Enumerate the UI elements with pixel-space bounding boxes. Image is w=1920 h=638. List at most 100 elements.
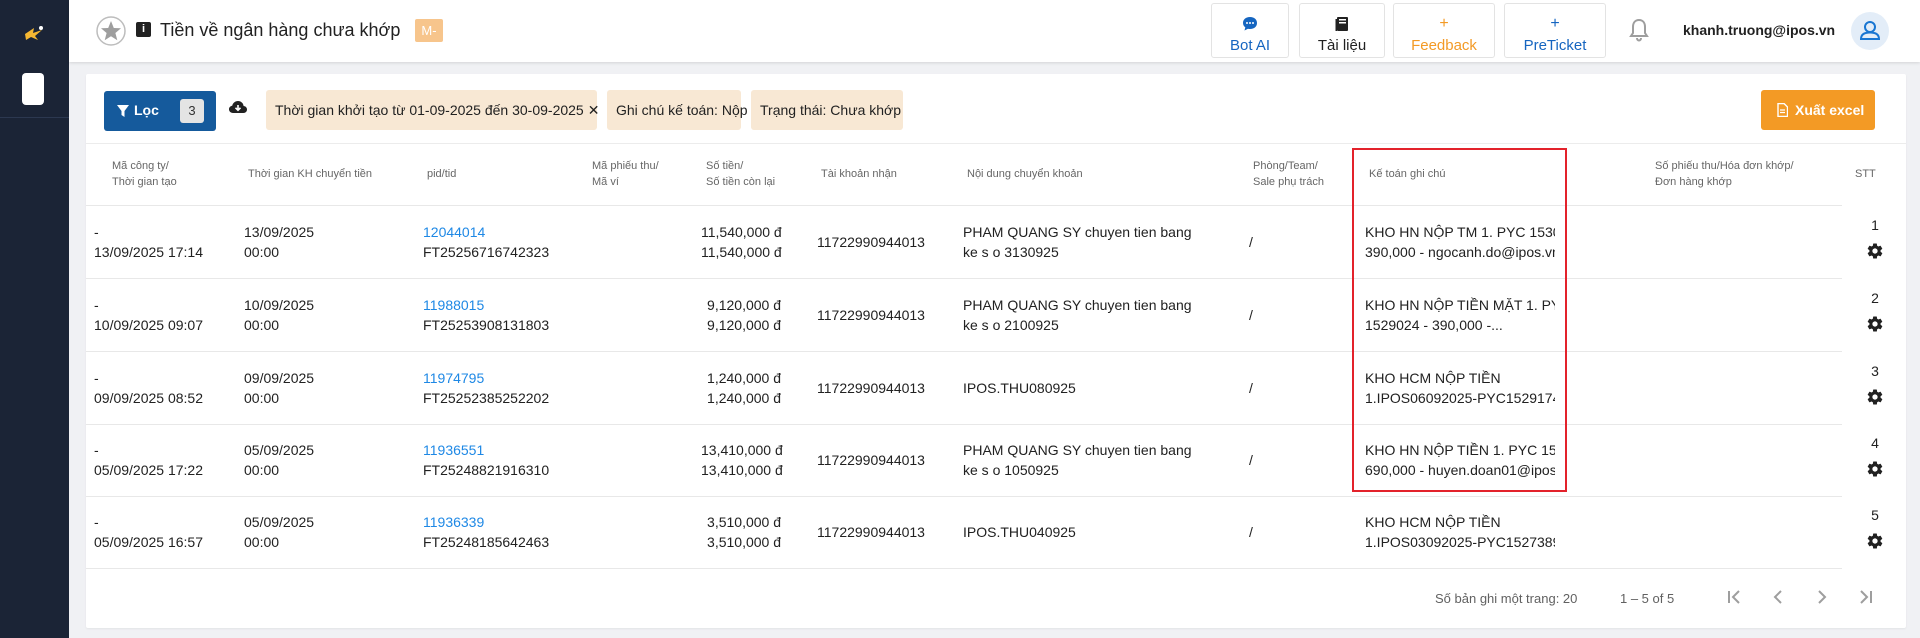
cell-pid-tid: 11936551 FT25248821916310 <box>423 440 550 478</box>
column-header-transfer-time[interactable]: Thời gian KH chuyển tiền <box>248 166 372 182</box>
last-page-icon[interactable] <box>1855 586 1877 608</box>
cell-pid-tid: 11988015 FT25253908131803 <box>423 295 550 333</box>
top-header: i Tiền về ngân hàng chưa khớp M- Bot AI … <box>69 0 1920 62</box>
column-header-receive-account[interactable]: Tài khoản nhận <box>821 166 897 182</box>
book-icon <box>1300 16 1384 32</box>
page-size-label[interactable]: Số bản ghi một trang: 20 <box>1435 591 1577 606</box>
documents-button[interactable]: Tài liệu <box>1299 3 1385 58</box>
column-header-stt[interactable]: STT <box>1855 166 1876 182</box>
pid-link[interactable]: 12044014 <box>423 222 549 242</box>
sidebar-divider <box>0 117 69 118</box>
settings-gear-icon[interactable] <box>1866 532 1884 550</box>
user-email[interactable]: khanh.truong@ipos.vn <box>1683 22 1835 38</box>
settings-gear-icon[interactable] <box>1866 242 1884 260</box>
cell-receive-account: 11722990944013 <box>817 380 925 396</box>
cell-pid-tid: 11936339 FT25248185642463 <box>423 512 550 550</box>
column-header-company[interactable]: Mã công ty/Thời gian tạo <box>112 158 177 190</box>
cell-team: / <box>1249 452 1253 468</box>
filter-chip-note[interactable]: Ghi chú kế toán: Nộp✕ <box>607 90 763 130</box>
chip-label: Trạng thái: Chưa khớp <box>760 102 901 118</box>
cell-receive-account: 11722990944013 <box>817 452 925 468</box>
bot-ai-button[interactable]: Bot AI <box>1211 3 1289 58</box>
feedback-button[interactable]: + Feedback <box>1393 3 1495 58</box>
cell-accountant-note: KHO HN NỘP TM 1. PYC 1530746 -390,000 - … <box>1365 224 1555 260</box>
cell-amount: 3,510,000 đ 3,510,000 đ <box>707 514 781 550</box>
column-header-accountant-note[interactable]: Kế toán ghi chú <box>1369 166 1445 182</box>
export-label: Xuất excel <box>1795 102 1865 118</box>
pid-link[interactable]: 11988015 <box>423 295 549 315</box>
cell-team: / <box>1249 234 1253 250</box>
info-icon[interactable]: i <box>136 22 151 37</box>
cell-company: -10/09/2025 09:07 <box>94 297 203 333</box>
first-page-icon[interactable] <box>1723 586 1745 608</box>
main-card: Lọc 3 Thời gian khởi tạo từ 01-09-2025 đ… <box>86 74 1906 628</box>
filter-chip-status[interactable]: Trạng thái: Chưa khớp <box>751 90 903 130</box>
close-icon[interactable]: ✕ <box>588 102 600 118</box>
cell-receive-account: 11722990944013 <box>817 307 925 323</box>
notification-bell-icon[interactable] <box>1627 17 1651 43</box>
plus-icon: + <box>1439 15 1449 32</box>
chat-icon <box>1212 16 1288 32</box>
row-divider <box>86 205 1842 206</box>
previous-page-icon[interactable] <box>1767 586 1789 608</box>
pid-link[interactable]: 11936551 <box>423 440 549 460</box>
cell-amount: 13,410,000 đ 13,410,000 đ <box>701 442 783 478</box>
column-header-transfer-content[interactable]: Nội dung chuyển khoản <box>967 166 1083 182</box>
cell-pid-tid: 11974795 FT25252385252202 <box>423 368 550 406</box>
filter-icon <box>117 105 129 117</box>
cell-transfer-content: PHAM QUANG SY chuyen tien bang ke s o 105… <box>963 442 1192 478</box>
table-top-divider <box>86 143 1906 144</box>
filter-button[interactable]: Lọc 3 <box>104 91 216 131</box>
row-number: 5 <box>1871 507 1879 523</box>
favorite-star-icon[interactable] <box>96 16 126 46</box>
sidebar-menu-button[interactable] <box>22 73 44 105</box>
feedback-label: Feedback <box>1411 37 1477 54</box>
avatar[interactable] <box>1851 12 1889 50</box>
column-header-matched-docs[interactable]: Số phiếu thu/Hóa đơn khớp/Đơn hàng khớp <box>1655 158 1794 190</box>
row-number: 1 <box>1871 217 1879 233</box>
settings-gear-icon[interactable] <box>1866 315 1884 333</box>
cell-transfer-time: 13/09/2025 00:00 <box>244 224 315 260</box>
pid-link[interactable]: 11936339 <box>423 512 549 532</box>
pid-link[interactable]: 11974795 <box>423 368 549 388</box>
preticket-button[interactable]: + PreTicket <box>1504 3 1606 58</box>
cell-transfer-content: PHAM QUANG SY chuyen tien bang ke s o 210… <box>963 297 1192 333</box>
cell-transfer-content: PHAM QUANG SY chuyen tien bang ke s o 313… <box>963 224 1192 260</box>
preticket-label: PreTicket <box>1523 37 1587 54</box>
cell-company: -13/09/2025 17:14 <box>94 224 203 260</box>
cell-accountant-note: KHO HN NỘP TIỀN 1. PYC 1527221 -690,000 … <box>1365 442 1555 478</box>
next-page-icon[interactable] <box>1811 586 1833 608</box>
cell-company: -09/09/2025 08:52 <box>94 370 203 406</box>
cell-transfer-content: IPOS.THU040925 <box>963 524 1076 540</box>
filter-chip-date[interactable]: Thời gian khởi tạo từ 01-09-2025 đến 30-… <box>266 90 600 130</box>
cell-team: / <box>1249 380 1253 396</box>
column-header-amount[interactable]: Số tiền/Số tiền còn lại <box>706 158 775 190</box>
row-divider <box>86 278 1842 279</box>
export-excel-button[interactable]: Xuất excel <box>1761 90 1875 130</box>
column-header-pid-tid[interactable]: pid/tid <box>427 166 456 182</box>
column-header-receipt-code[interactable]: Mã phiếu thu/Mã ví <box>592 158 659 190</box>
bot-ai-label: Bot AI <box>1229 37 1271 54</box>
cell-team: / <box>1249 524 1253 540</box>
settings-gear-icon[interactable] <box>1866 388 1884 406</box>
cell-pid-tid: 12044014 FT25256716742323 <box>423 222 550 260</box>
cell-accountant-note: KHO HCM NỘP TIỀN 1.IPOS03092025-PYC152738… <box>1365 514 1555 550</box>
file-icon <box>1777 103 1788 117</box>
filter-label: Lọc <box>134 102 159 118</box>
page-title: Tiền về ngân hàng chưa khớp <box>160 20 401 40</box>
logo-icon[interactable] <box>22 22 48 46</box>
cell-transfer-time: 05/09/2025 00:00 <box>244 442 315 478</box>
filter-count-badge: 3 <box>180 99 204 123</box>
page-range: 1 – 5 of 5 <box>1620 591 1675 606</box>
cell-accountant-note: KHO HN NỘP TIỀN MẶT 1. PYC 1529024 - 390,… <box>1365 297 1555 333</box>
cell-amount: 11,540,000 đ 11,540,000 đ <box>701 224 782 260</box>
user-icon <box>1859 21 1881 40</box>
row-number: 4 <box>1871 435 1879 451</box>
settings-gear-icon[interactable] <box>1866 460 1884 478</box>
documents-label: Tài liệu <box>1317 37 1367 54</box>
chip-label: Ghi chú kế toán: Nộp <box>616 102 748 118</box>
column-header-team[interactable]: Phòng/Team/Sale phụ trách <box>1253 158 1324 190</box>
cloud-download-icon[interactable] <box>228 99 248 115</box>
row-number: 2 <box>1871 290 1879 306</box>
cell-company: -05/09/2025 16:57 <box>94 514 203 550</box>
